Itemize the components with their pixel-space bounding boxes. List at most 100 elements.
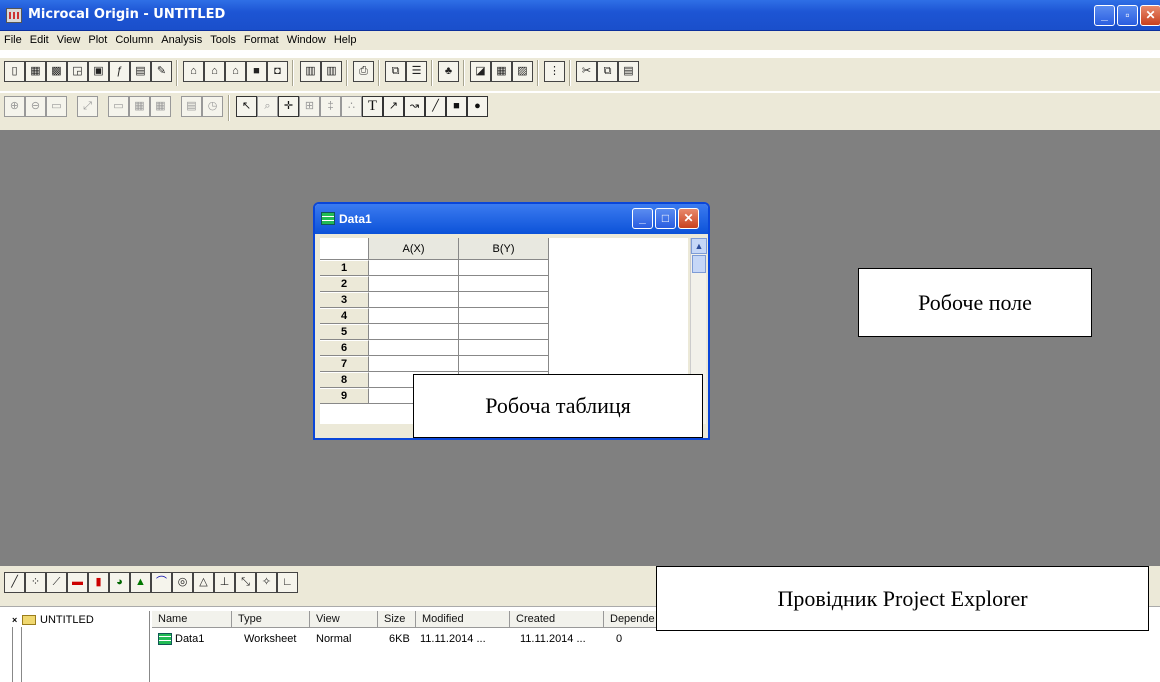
save-template-icon[interactable]: ◘ xyxy=(267,61,288,82)
line-tool-icon[interactable]: ╱ xyxy=(425,96,446,117)
vector-xyam-icon[interactable]: ✧ xyxy=(256,572,277,593)
cut-icon[interactable]: ✂ xyxy=(576,61,597,82)
zoom-in-icon[interactable]: ⊕ xyxy=(4,96,25,117)
script-window-icon[interactable]: ◪ xyxy=(470,61,491,82)
worksheet-title-bar[interactable]: Data1 _ □ ✕ xyxy=(315,204,708,234)
close-button[interactable]: ✕ xyxy=(1140,5,1160,26)
rectangle-tool-icon[interactable]: ■ xyxy=(446,96,467,117)
scroll-thumb[interactable] xyxy=(692,255,706,273)
data-selector-icon[interactable]: ‡ xyxy=(320,96,341,117)
row-header[interactable]: 6 xyxy=(320,340,369,356)
menu-window[interactable]: Window xyxy=(283,31,330,46)
open-template-icon[interactable]: ⌂ xyxy=(204,61,225,82)
cell[interactable] xyxy=(369,276,459,292)
row-name[interactable]: Data1 xyxy=(175,633,204,645)
whole-page-icon[interactable]: ▭ xyxy=(46,96,67,117)
cell[interactable] xyxy=(369,308,459,324)
menu-file[interactable]: File xyxy=(0,31,26,46)
restore-button[interactable]: ▫ xyxy=(1117,5,1138,26)
scatter-plot-icon[interactable]: ⁘ xyxy=(25,572,46,593)
polar-icon[interactable]: ◎ xyxy=(172,572,193,593)
screen-reader-icon[interactable]: ✛ xyxy=(278,96,299,117)
scroll-up-icon[interactable]: ▲ xyxy=(691,238,707,254)
cell[interactable] xyxy=(459,276,549,292)
new-project-icon[interactable]: ▯ xyxy=(4,61,25,82)
new-layer-icon[interactable]: ▭ xyxy=(108,96,129,117)
row-header[interactable]: 5 xyxy=(320,324,369,340)
draw-data-icon[interactable]: ∴ xyxy=(341,96,362,117)
save-project-icon[interactable]: ■ xyxy=(246,61,267,82)
cell[interactable] xyxy=(459,260,549,276)
fill-area-icon[interactable]: ⌒ xyxy=(151,572,172,593)
new-graph-icon[interactable]: ◲ xyxy=(67,61,88,82)
explorer-close-icon[interactable]: × xyxy=(12,615,17,625)
text-tool-icon[interactable]: T xyxy=(362,96,383,117)
col-header-dependents[interactable]: Depende xyxy=(604,611,664,628)
circle-tool-icon[interactable]: ● xyxy=(467,96,488,117)
col-header-type[interactable]: Type xyxy=(232,611,310,628)
row-header[interactable]: 2 xyxy=(320,276,369,292)
menu-column[interactable]: Column xyxy=(111,31,157,46)
row-header[interactable]: 7 xyxy=(320,356,369,372)
column-header-b[interactable]: B(Y) xyxy=(459,238,549,260)
cell[interactable] xyxy=(369,292,459,308)
worksheet-minimize-button[interactable]: _ xyxy=(632,208,653,229)
add-column-icon[interactable]: ▨ xyxy=(512,61,533,82)
origin-app-icon[interactable] xyxy=(6,8,22,23)
menu-edit[interactable]: Edit xyxy=(26,31,53,46)
copy-icon[interactable]: ⧉ xyxy=(597,61,618,82)
minimize-button[interactable]: _ xyxy=(1094,5,1115,26)
menu-plot[interactable]: Plot xyxy=(84,31,111,46)
paste-icon[interactable]: ▤ xyxy=(618,61,639,82)
cell[interactable] xyxy=(369,356,459,372)
menu-analysis[interactable]: Analysis xyxy=(157,31,206,46)
row-header[interactable]: 3 xyxy=(320,292,369,308)
open-excel-icon[interactable]: ⌂ xyxy=(225,61,246,82)
line-symbol-icon[interactable]: ⟋ xyxy=(46,572,67,593)
area-chart-icon[interactable]: ▲ xyxy=(130,572,151,593)
worksheet-close-button[interactable]: ✕ xyxy=(678,208,699,229)
col-header-view[interactable]: View xyxy=(310,611,378,628)
zoom-icon[interactable]: ⌕ xyxy=(257,96,278,117)
cell[interactable] xyxy=(369,260,459,276)
date-time-icon[interactable]: ◷ xyxy=(202,96,223,117)
results-log-icon[interactable]: ♣ xyxy=(438,61,459,82)
menu-format[interactable]: Format xyxy=(240,31,283,46)
high-low-icon[interactable]: ⊥ xyxy=(214,572,235,593)
duplicate-icon[interactable]: ⧉ xyxy=(385,61,406,82)
bar-chart-icon[interactable]: ▬ xyxy=(67,572,88,593)
menu-view[interactable]: View xyxy=(53,31,85,46)
axis-icon[interactable]: ∟ xyxy=(277,572,298,593)
cell[interactable] xyxy=(459,356,549,372)
column-chart-icon[interactable]: ▮ xyxy=(88,572,109,593)
data-reader-icon[interactable]: ⊞ xyxy=(299,96,320,117)
add-col-icon[interactable]: ⋮ xyxy=(544,61,565,82)
print-icon[interactable]: ⎙ xyxy=(353,61,374,82)
open-icon[interactable]: ⌂ xyxy=(183,61,204,82)
rescale-icon[interactable]: ⤢ xyxy=(77,96,98,117)
pie-chart-icon[interactable]: ◕ xyxy=(109,572,130,593)
cell[interactable] xyxy=(459,324,549,340)
row-header[interactable]: 1 xyxy=(320,260,369,276)
cell[interactable] xyxy=(369,324,459,340)
vector-icon[interactable]: ⤡ xyxy=(235,572,256,593)
col-header-created[interactable]: Created xyxy=(510,611,604,628)
new-layout-icon[interactable]: ▤ xyxy=(130,61,151,82)
new-excel-icon[interactable]: ▩ xyxy=(46,61,67,82)
col-header-name[interactable]: Name xyxy=(152,611,232,628)
import-multiple-icon[interactable]: ▥ xyxy=(321,61,342,82)
explorer-splitter[interactable] xyxy=(12,627,22,682)
new-function-icon[interactable]: ƒ xyxy=(109,61,130,82)
layer-icon[interactable]: ▦ xyxy=(150,96,171,117)
arrange-layers-icon[interactable]: ▦ xyxy=(129,96,150,117)
line-plot-icon[interactable]: ╱ xyxy=(4,572,25,593)
cell[interactable] xyxy=(369,340,459,356)
row-header[interactable]: 8 xyxy=(320,372,369,388)
layer-two-icon[interactable]: ▤ xyxy=(181,96,202,117)
corner-cell[interactable] xyxy=(320,238,369,260)
menu-tools[interactable]: Tools xyxy=(206,31,240,46)
cell[interactable] xyxy=(459,340,549,356)
row-header[interactable]: 4 xyxy=(320,308,369,324)
curved-arrow-icon[interactable]: ↝ xyxy=(404,96,425,117)
cell[interactable] xyxy=(459,292,549,308)
